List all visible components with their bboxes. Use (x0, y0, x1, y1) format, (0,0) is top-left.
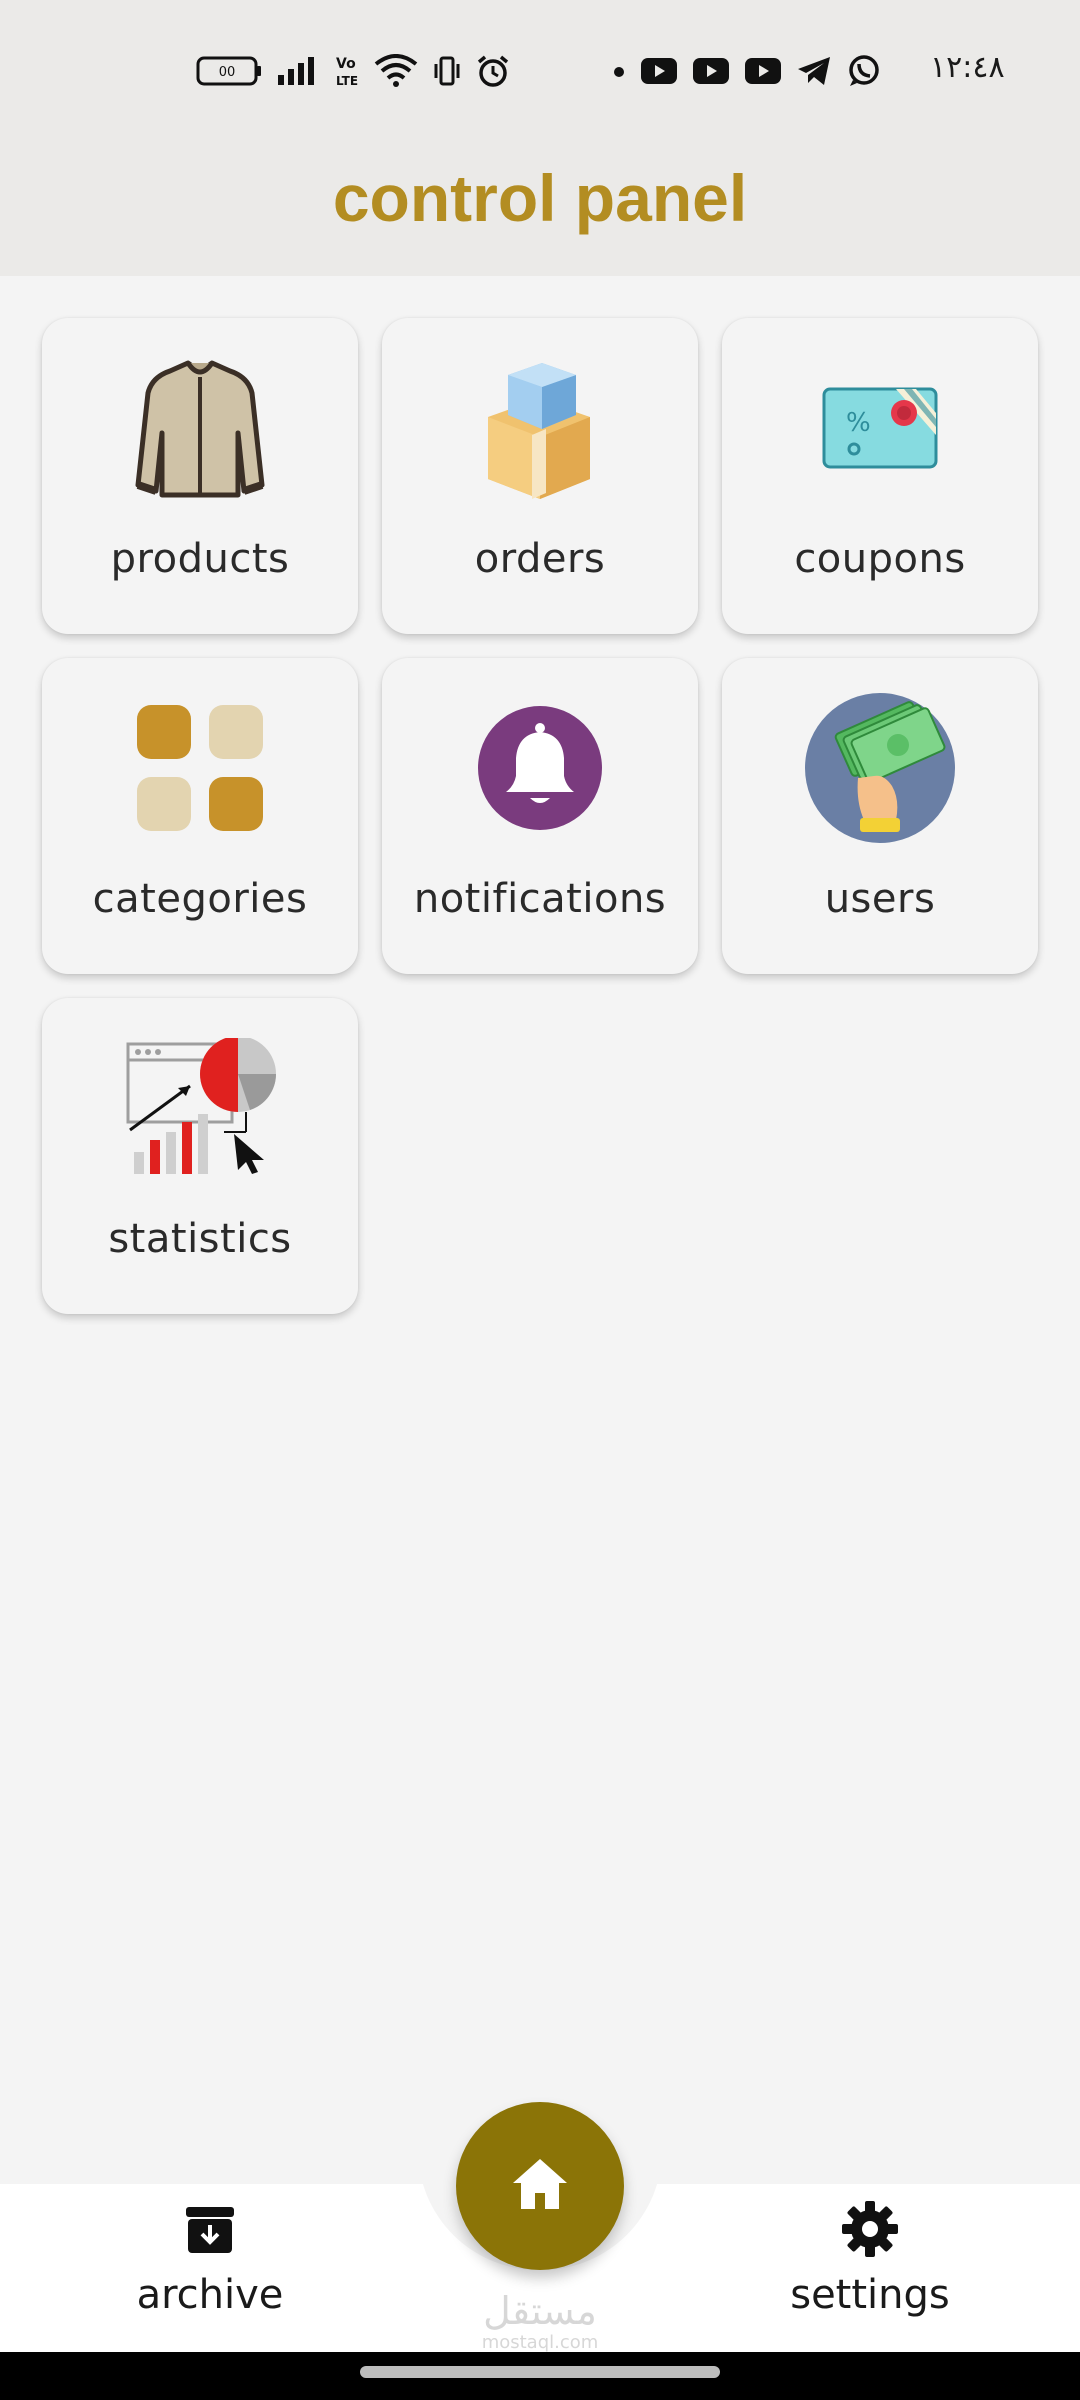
watermark-arabic: مستقل (483, 2289, 597, 2333)
tile-label: statistics (108, 1216, 292, 1262)
money-hand-icon (722, 688, 1038, 848)
signal-icon (276, 55, 320, 91)
vibrate-icon (432, 55, 462, 91)
tile-orders[interactable]: orders (382, 318, 698, 634)
boxes-icon (382, 348, 698, 508)
youtube-icon (744, 57, 782, 89)
shirt-icon (42, 348, 358, 508)
tile-products[interactable]: products (42, 318, 358, 634)
home-indicator[interactable] (360, 2366, 720, 2378)
status-icons-left: 00 Vo LTE (196, 52, 510, 94)
tile-label: products (110, 536, 290, 582)
tile-label: coupons (794, 536, 966, 582)
svg-text:Vo: Vo (336, 56, 356, 72)
statistics-chart-icon (42, 1028, 358, 1188)
nav-settings-label: settings (790, 2272, 950, 2318)
tile-label: users (824, 876, 936, 922)
bell-icon (382, 688, 698, 848)
whatsapp-icon (846, 53, 882, 93)
categories-grid-icon (42, 688, 358, 848)
battery-icon: 00 (196, 55, 262, 91)
nav-settings-button[interactable]: settings (760, 2196, 980, 2326)
app-header: control panel (0, 140, 1080, 276)
tile-label: categories (92, 876, 308, 922)
tile-users[interactable]: users (722, 658, 1038, 974)
youtube-icon (640, 57, 678, 89)
nav-archive-button[interactable]: archive (100, 2196, 320, 2326)
watermark: مستقل mostaql.com (470, 2290, 610, 2353)
alarm-icon (476, 54, 510, 92)
gear-icon (760, 2196, 980, 2262)
tile-statistics[interactable]: statistics (42, 998, 358, 1314)
telegram-icon (796, 55, 832, 91)
home-icon (511, 2157, 569, 2215)
coupon-icon: % (722, 348, 1038, 508)
home-fab-button[interactable] (456, 2102, 624, 2270)
status-bar: 00 Vo LTE ١٢:٤٨ (0, 0, 1080, 140)
youtube-icon (692, 57, 730, 89)
nav-archive-label: archive (136, 2272, 284, 2318)
svg-text:LTE: LTE (336, 74, 358, 88)
wifi-icon (374, 54, 418, 92)
tile-notifications[interactable]: notifications (382, 658, 698, 974)
volte-icon: Vo LTE (334, 53, 360, 93)
watermark-english: mostaql.com (481, 2332, 599, 2353)
tile-label: notifications (413, 876, 667, 922)
status-time: ١٢:٤٨ (930, 50, 1005, 85)
status-icons-right (612, 52, 882, 94)
archive-icon (100, 2196, 320, 2262)
battery-text: 00 (219, 65, 236, 80)
tile-label: orders (474, 536, 606, 582)
page-title: control panel (332, 161, 748, 235)
tile-coupons[interactable]: % coupons (722, 318, 1038, 634)
tile-categories[interactable]: categories (42, 658, 358, 974)
svg-text:%: % (846, 408, 871, 438)
dot-icon (612, 64, 626, 83)
